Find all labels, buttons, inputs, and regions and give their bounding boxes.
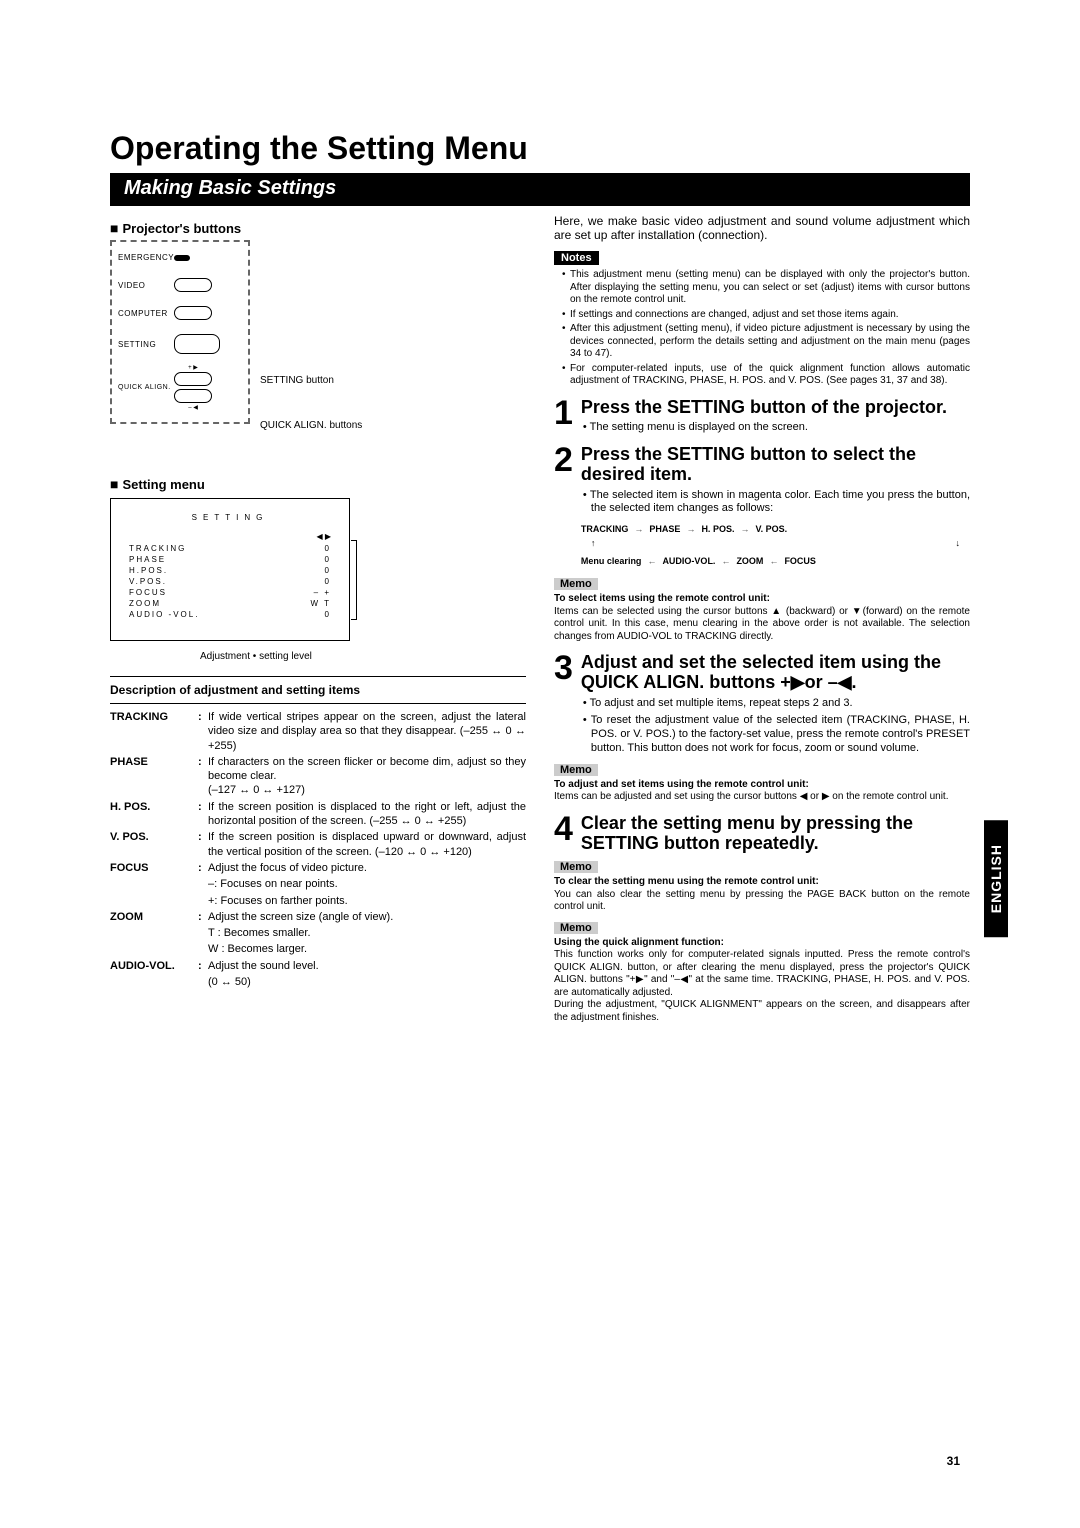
desc-focus: FOCUS:Adjust the focus of video picture. bbox=[110, 861, 526, 875]
desc-zoom: ZOOM:Adjust the screen size (angle of vi… bbox=[110, 910, 526, 924]
step-1: 1 Press the SETTING button of the projec… bbox=[554, 398, 970, 436]
memo-label-3: Memo bbox=[554, 861, 598, 873]
emergency-button bbox=[174, 255, 190, 261]
qa-minus-button bbox=[174, 389, 212, 403]
desc-hpos: H. POS.:If the screen position is displa… bbox=[110, 800, 526, 829]
adjustment-caption: Adjustment • setting level bbox=[200, 651, 526, 662]
flow-diagram: TRACKING→ PHASE→ H. POS.→ V. POS. bbox=[581, 524, 970, 534]
setting-menu-panel: SETTING ◀ ▶ TRACKING0 PHASE0 H.POS.0 V.P… bbox=[110, 498, 350, 641]
language-tab: ENGLISH bbox=[984, 820, 1008, 937]
setting-menu-heading: ■Setting menu bbox=[110, 476, 526, 492]
page-number: 31 bbox=[947, 1454, 960, 1468]
section-bar: Making Basic Settings bbox=[110, 173, 970, 206]
video-button bbox=[174, 278, 212, 292]
desc-vpos: V. POS.:If the screen position is displa… bbox=[110, 830, 526, 859]
memo-3: To clear the setting menu using the remo… bbox=[554, 876, 970, 914]
projectors-buttons-heading: ■Projector's buttons bbox=[110, 220, 526, 236]
page-title: Operating the Setting Menu bbox=[110, 130, 970, 167]
computer-button bbox=[174, 306, 212, 320]
projector-diagram: EMERGENCY VIDEO COMPUTER SETTING QUICK A… bbox=[110, 240, 305, 470]
memo-2: To adjust and set items using the remote… bbox=[554, 779, 970, 804]
setting-button bbox=[174, 334, 220, 354]
ann-setting: SETTING button bbox=[260, 375, 334, 386]
step-2: 2 Press the SETTING button to select the… bbox=[554, 445, 970, 570]
memo-label-1: Memo bbox=[554, 578, 598, 590]
desc-heading: Description of adjustment and setting it… bbox=[110, 683, 526, 697]
intro-text: Here, we make basic video adjustment and… bbox=[554, 214, 970, 242]
memo-label-4: Memo bbox=[554, 922, 598, 934]
desc-audio: AUDIO-VOL.:Adjust the sound level. bbox=[110, 959, 526, 973]
step-4: 4 Clear the setting menu by pressing the… bbox=[554, 814, 970, 854]
memo-label-2: Memo bbox=[554, 764, 598, 776]
memo-1: To select items using the remote control… bbox=[554, 593, 970, 643]
notes-list: This adjustment menu (setting menu) can … bbox=[554, 269, 970, 388]
desc-phase: PHASE:If characters on the screen flicke… bbox=[110, 755, 526, 798]
qa-plus-button bbox=[174, 372, 212, 386]
memo-4: Using the quick alignment function:This … bbox=[554, 937, 970, 1025]
step-3: 3 Adjust and set the selected item using… bbox=[554, 653, 970, 756]
desc-tracking: TRACKING:If wide vertical stripes appear… bbox=[110, 710, 526, 753]
ann-qa: QUICK ALIGN. buttons bbox=[260, 420, 362, 431]
notes-label: Notes bbox=[554, 251, 599, 265]
